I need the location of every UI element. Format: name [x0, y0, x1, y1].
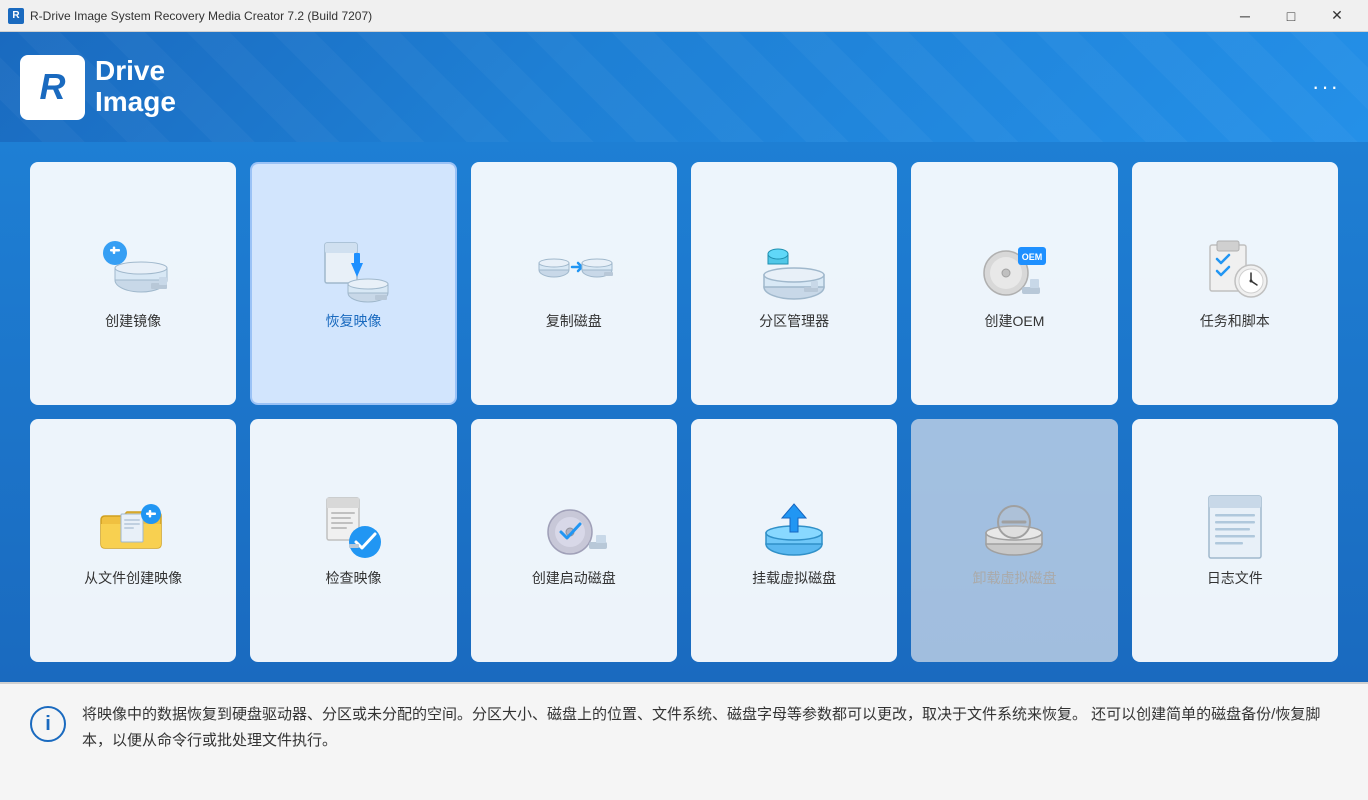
main-area: 创建镜像 恢复映像: [0, 142, 1368, 682]
tile-copy-disk-label: 复制磁盘: [546, 313, 602, 330]
tile-check-image[interactable]: 检查映像: [250, 419, 456, 662]
tile-partition-manager[interactable]: 分区管理器: [691, 162, 897, 405]
tile-create-image[interactable]: 创建镜像: [30, 162, 236, 405]
app-icon: R: [8, 8, 24, 24]
tile-tasks-scripts[interactable]: 任务和脚本: [1132, 162, 1338, 405]
tile-mount-label: 挂载虚拟磁盘: [752, 570, 836, 587]
create-file-icon: [93, 492, 173, 562]
info-bar: i 将映像中的数据恢复到硬盘驱动器、分区或未分配的空间。分区大小、磁盘上的位置、…: [0, 682, 1368, 800]
info-icon: i: [30, 706, 66, 742]
close-button[interactable]: ✕: [1314, 0, 1360, 32]
tile-create-oem-label: 创建OEM: [985, 313, 1045, 330]
header: R Drive Image ···: [0, 32, 1368, 142]
mount-icon: [754, 492, 834, 562]
log-icon: [1195, 492, 1275, 562]
check-icon: [313, 492, 393, 562]
tile-copy-disk[interactable]: 复制磁盘: [471, 162, 677, 405]
tile-unmount-label: 卸载虚拟磁盘: [972, 570, 1056, 587]
tile-create-boot-label: 创建启动磁盘: [532, 570, 616, 587]
tile-mount-virtual[interactable]: 挂载虚拟磁盘: [691, 419, 897, 662]
copy-disk-icon: [534, 235, 614, 305]
tile-create-image-label: 创建镜像: [105, 313, 161, 330]
tile-restore-image-label: 恢复映像: [325, 313, 381, 330]
logo-drive-text: Drive: [95, 56, 176, 87]
svg-text:OEM: OEM: [1022, 252, 1043, 262]
info-description: 将映像中的数据恢复到硬盘驱动器、分区或未分配的空间。分区大小、磁盘上的位置、文件…: [82, 702, 1338, 753]
tile-create-oem[interactable]: OEM 创建OEM: [911, 162, 1117, 405]
header-menu-button[interactable]: ···: [1304, 66, 1348, 108]
tile-create-boot[interactable]: 创建启动磁盘: [471, 419, 677, 662]
tile-tasks-label: 任务和脚本: [1200, 313, 1270, 330]
tile-create-from-file[interactable]: 从文件创建映像: [30, 419, 236, 662]
tiles-grid: 创建镜像 恢复映像: [30, 162, 1338, 662]
tile-log-file[interactable]: 日志文件: [1132, 419, 1338, 662]
logo-image-text: Image: [95, 87, 176, 118]
oem-icon: OEM: [974, 235, 1054, 305]
window-title: R-Drive Image System Recovery Media Crea…: [30, 9, 372, 23]
create-image-icon: [93, 235, 173, 305]
boot-icon: [534, 492, 614, 562]
restore-image-icon: [313, 235, 393, 305]
titlebar: R R-Drive Image System Recovery Media Cr…: [0, 0, 1368, 32]
tile-partition-label: 分区管理器: [759, 313, 829, 330]
titlebar-left: R R-Drive Image System Recovery Media Cr…: [8, 8, 372, 24]
window-controls: ─ □ ✕: [1222, 0, 1360, 32]
minimize-button[interactable]: ─: [1222, 0, 1268, 32]
tasks-icon: [1195, 235, 1275, 305]
unmount-icon: [974, 492, 1054, 562]
tile-create-from-file-label: 从文件创建映像: [84, 570, 182, 587]
logo-r-icon: R: [20, 55, 85, 120]
tile-log-label: 日志文件: [1207, 570, 1263, 587]
maximize-button[interactable]: □: [1268, 0, 1314, 32]
tile-check-image-label: 检查映像: [325, 570, 381, 587]
tile-restore-image[interactable]: 恢复映像: [250, 162, 456, 405]
logo-area: R Drive Image: [20, 55, 176, 120]
tile-unmount-virtual[interactable]: 卸载虚拟磁盘: [911, 419, 1117, 662]
logo-text: Drive Image: [95, 56, 176, 118]
partition-icon: [754, 235, 834, 305]
